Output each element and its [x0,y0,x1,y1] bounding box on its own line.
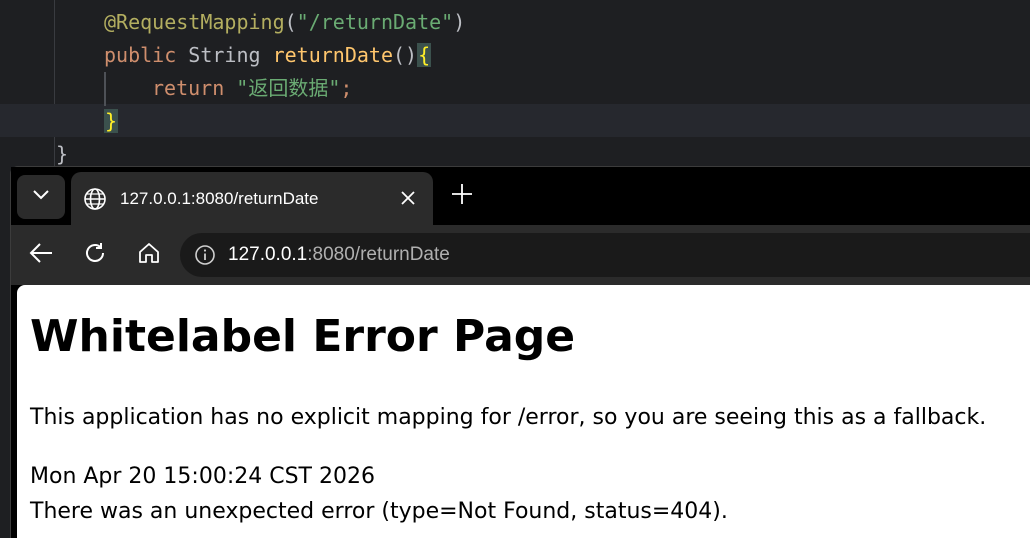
return-string: "返回数据" [236,76,341,100]
page-title: Whitelabel Error Page [30,311,576,362]
annotation-token: @RequestMapping [104,10,285,34]
refresh-button[interactable] [79,239,111,271]
paren-token: ) [453,10,466,34]
info-icon[interactable] [194,244,216,266]
close-icon[interactable] [395,185,421,211]
paren-token: ( [284,10,297,34]
refresh-icon [83,241,107,269]
code-line-method-signature[interactable]: public String returnDate(){ [104,40,432,70]
tab-list-button[interactable] [17,175,65,219]
error-timestamp: Mon Apr 20 15:00:24 CST 2026 [30,464,375,489]
new-tab-button[interactable] [447,181,477,211]
browser-toolbar: 127.0.0.1:8080/returnDate [11,225,1030,285]
brace-open-highlighted: { [417,43,432,67]
url-text[interactable]: 127.0.0.1:8080/returnDate [228,243,450,267]
current-line-highlight [0,104,1030,137]
home-icon [137,241,161,269]
back-button[interactable] [25,239,57,271]
code-editor[interactable]: @RequestMapping("/returnDate") public St… [0,0,1030,170]
keyword-return: return [152,76,225,100]
address-bar[interactable]: 127.0.0.1:8080/returnDate [180,233,1030,277]
globe-icon [83,187,107,211]
code-line-annotation[interactable]: @RequestMapping("/returnDate") [104,7,465,37]
code-line-return[interactable]: return "返回数据"; [152,73,352,103]
plus-icon [451,183,473,209]
tab-title: 127.0.0.1:8080/returnDate [120,189,319,208]
gutter-divider [54,0,55,170]
chevron-down-icon [31,185,51,209]
tab-active[interactable]: 127.0.0.1:8080/returnDate [71,172,433,225]
url-port-path: :8080/returnDate [307,244,450,265]
parens-token: () [393,43,418,67]
error-detail: There was an unexpected error (type=Not … [30,499,728,524]
page-viewport: Whitelabel Error Page This application h… [17,285,1030,538]
type-string: String [188,43,261,67]
tab-strip: 127.0.0.1:8080/returnDate [11,167,1030,225]
home-button[interactable] [133,239,165,271]
back-arrow-icon [28,240,54,270]
error-message: This application has no explicit mapping… [30,405,987,430]
mapping-path-string: "/returnDate" [296,10,454,34]
indent-guide [104,72,106,106]
url-host: 127.0.0.1 [228,244,308,265]
keyword-public: public [104,43,177,67]
brace-close-highlighted: } [104,109,119,133]
code-line-brace-close[interactable]: } [104,106,119,136]
code-line-class-close[interactable]: } [56,139,68,169]
browser-window: 127.0.0.1:8080/returnDate 127.0.0.1:8080… [10,166,1030,538]
brace-close-class: } [56,142,69,166]
method-name: returnDate [272,43,394,67]
semicolon-token: ; [340,76,353,100]
